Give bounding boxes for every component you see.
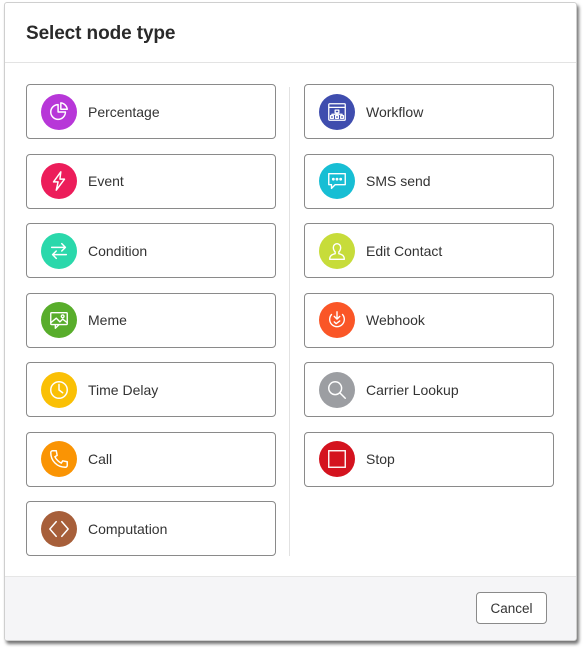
node-label: Workflow — [366, 103, 424, 120]
node-label: Edit Contact — [366, 242, 443, 259]
node-label: Time Delay — [88, 381, 159, 398]
lightning-icon — [41, 163, 77, 199]
dialog-body: Percentage Event Condition Meme Time Del… — [5, 63, 576, 577]
node-label: Stop — [366, 451, 395, 467]
select-node-type-dialog: Select node type Percentage Event Condit… — [4, 2, 577, 641]
node-option-workflow[interactable]: Workflow — [304, 84, 554, 139]
code-brackets-icon — [41, 510, 77, 547]
dialog-header: Select node type — [5, 3, 576, 63]
node-label: Carrier Lookup — [366, 381, 459, 398]
node-option-stop[interactable]: Stop — [304, 431, 554, 487]
node-label: Event — [88, 173, 124, 189]
pie-chart-icon — [41, 93, 77, 130]
node-column-right: Workflow SMS send Edit Contact Webhook C… — [304, 84, 554, 487]
node-option-meme[interactable]: Meme — [26, 292, 276, 348]
node-option-event[interactable]: Event — [26, 153, 276, 209]
column-divider — [289, 87, 290, 556]
node-option-webhook[interactable]: Webhook — [304, 292, 554, 348]
node-label: Computation — [88, 520, 168, 537]
workflow-window-icon — [319, 93, 355, 130]
magnifier-icon — [319, 371, 355, 408]
node-column-left: Percentage Event Condition Meme Time Del… — [26, 84, 276, 556]
contact-person-icon — [319, 232, 355, 269]
node-label: Call — [88, 451, 113, 467]
node-option-computation[interactable]: Computation — [26, 501, 276, 556]
clock-icon — [41, 371, 77, 408]
chat-bubble-icon — [319, 163, 355, 199]
node-option-percentage[interactable]: Percentage — [26, 84, 276, 139]
node-option-time-delay[interactable]: Time Delay — [26, 362, 276, 417]
node-option-edit-contact[interactable]: Edit Contact — [304, 223, 554, 278]
node-label: Meme — [88, 312, 127, 328]
node-label: Percentage — [88, 103, 160, 120]
node-option-condition[interactable]: Condition — [26, 223, 276, 278]
arrows-swap-icon — [41, 232, 77, 269]
node-option-sms-send[interactable]: SMS send — [304, 153, 554, 209]
node-label: Condition — [88, 242, 148, 259]
node-option-carrier-lookup[interactable]: Carrier Lookup — [304, 362, 554, 417]
stop-square-icon — [319, 441, 355, 477]
image-chat-icon — [41, 302, 77, 338]
node-label: SMS send — [366, 173, 431, 189]
webhook-icon — [319, 302, 355, 338]
dialog-title: Select node type — [26, 23, 176, 44]
dialog-footer: Cancel — [5, 576, 576, 640]
node-option-call[interactable]: Call — [26, 431, 276, 487]
node-label: Webhook — [366, 312, 425, 328]
cancel-button[interactable]: Cancel — [476, 592, 547, 624]
phone-icon — [41, 441, 77, 477]
